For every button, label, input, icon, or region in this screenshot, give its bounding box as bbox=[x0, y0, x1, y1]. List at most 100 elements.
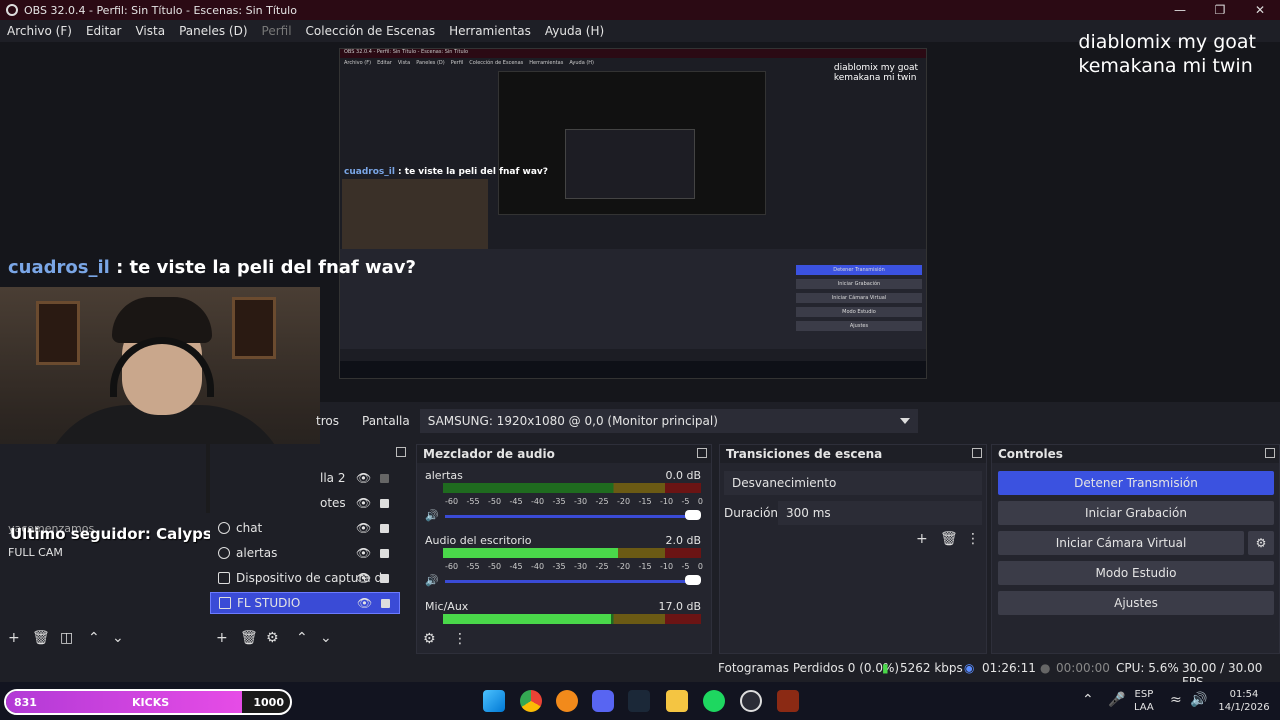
nested-panels: Detener Transmisión Iniciar Grabación In… bbox=[340, 249, 926, 349]
menu-perfil[interactable]: Perfil bbox=[255, 24, 299, 38]
studio-mode-button[interactable]: Modo Estudio bbox=[998, 561, 1274, 585]
menu-editar[interactable]: Editar bbox=[79, 24, 129, 38]
nested-ctrl: Iniciar Grabación bbox=[796, 279, 922, 289]
visibility-icon[interactable]: 👁 bbox=[357, 596, 372, 610]
transition-menu-icon[interactable]: ⋮ bbox=[966, 531, 980, 547]
visibility-icon[interactable]: 👁 bbox=[356, 571, 371, 585]
nested-overlay: diablomix my goat kemakana mi twin bbox=[833, 63, 918, 83]
chat-message: cuadros_il : te viste la peli del fnaf w… bbox=[8, 257, 416, 278]
menu-ayuda[interactable]: Ayuda (H) bbox=[538, 24, 611, 38]
move-down-icon[interactable]: ⌄ bbox=[320, 630, 332, 646]
chat-text: : te viste la peli del fnaf wav? bbox=[109, 257, 416, 278]
fl-studio-icon[interactable] bbox=[556, 690, 578, 712]
signal-icon: ▮ bbox=[882, 661, 889, 675]
rec-timer: 00:00:00 bbox=[1056, 661, 1110, 675]
kicks-current: 831 bbox=[14, 696, 37, 709]
delete-scene-icon[interactable]: 🗑 bbox=[32, 630, 50, 646]
source-settings-icon[interactable]: ⚙ bbox=[266, 630, 279, 646]
close-icon[interactable]: ✕ bbox=[1240, 0, 1280, 20]
source-item[interactable]: alertas 👁 bbox=[210, 542, 400, 564]
nested-ctrl: Iniciar Cámara Virtual bbox=[796, 293, 922, 303]
start-recording-button[interactable]: Iniciar Grabación bbox=[998, 501, 1274, 525]
virtual-camera-button[interactable]: Iniciar Cámara Virtual bbox=[998, 531, 1244, 555]
add-source-icon[interactable]: + bbox=[216, 630, 228, 646]
steam-icon[interactable] bbox=[628, 690, 650, 712]
speaker-icon[interactable]: 🔊 bbox=[1190, 692, 1207, 708]
kicks-goal-bar: 831 KICKS 1000 bbox=[4, 689, 292, 715]
move-up-icon[interactable]: ⌃ bbox=[296, 630, 308, 646]
lock-icon[interactable] bbox=[380, 523, 389, 533]
nested-chat: cuadros_il : te viste la peli del fnaf w… bbox=[344, 167, 548, 177]
move-up-icon[interactable]: ⌃ bbox=[88, 630, 100, 646]
stop-stream-button[interactable]: Detener Transmisión bbox=[998, 471, 1274, 495]
source-toolbar: tros Pantalla SAMSUNG: 1920x1080 @ 0,0 (… bbox=[300, 407, 1280, 435]
chrome-icon[interactable] bbox=[520, 690, 542, 712]
monitor-select[interactable]: SAMSUNG: 1920x1080 @ 0,0 (Monitor princi… bbox=[419, 409, 918, 433]
volume-slider[interactable] bbox=[445, 515, 697, 518]
menu-coleccion[interactable]: Colección de Escenas bbox=[299, 24, 443, 38]
minimize-icon[interactable]: — bbox=[1160, 0, 1200, 20]
spotify-icon[interactable] bbox=[703, 690, 725, 712]
nested-preview: OBS 32.0.4 - Perfil: Sin Título - Escena… bbox=[339, 48, 927, 379]
volume-knob[interactable] bbox=[685, 510, 701, 520]
dropped-frames: Fotogramas Perdidos 0 (0.0%) bbox=[718, 661, 900, 675]
transition-select[interactable]: Desvanecimiento bbox=[724, 471, 982, 495]
browser-icon bbox=[218, 522, 230, 534]
settings-button[interactable]: Ajustes bbox=[998, 591, 1274, 615]
volume-knob[interactable] bbox=[685, 575, 701, 585]
duration-input[interactable]: 300 ms bbox=[778, 501, 982, 525]
lock-icon[interactable] bbox=[381, 598, 390, 608]
source-item-selected[interactable]: FL STUDIO 👁 bbox=[210, 592, 400, 614]
virtual-camera-settings-icon[interactable]: ⚙ bbox=[1248, 531, 1274, 555]
clock[interactable]: 01:54 14/1/2026 bbox=[1214, 688, 1274, 714]
menu-archivo[interactable]: Archivo (F) bbox=[0, 24, 79, 38]
source-item[interactable]: lla 2 👁 bbox=[210, 467, 400, 489]
mixer-menu-icon[interactable]: ⋮ bbox=[453, 631, 467, 647]
delete-transition-icon[interactable]: 🗑 bbox=[940, 531, 958, 547]
browser-icon bbox=[218, 547, 230, 559]
volume-slider[interactable] bbox=[445, 580, 697, 583]
undock-icon[interactable] bbox=[972, 448, 982, 458]
scene-item[interactable]: FULL CAM bbox=[8, 546, 63, 559]
obs-taskbar-icon[interactable] bbox=[740, 690, 762, 712]
menu-paneles[interactable]: Paneles (D) bbox=[172, 24, 254, 38]
rec-icon: ● bbox=[1040, 661, 1051, 675]
windows-start-icon[interactable] bbox=[483, 690, 505, 712]
add-scene-icon[interactable]: + bbox=[8, 630, 20, 646]
lock-icon[interactable] bbox=[380, 548, 389, 558]
discord-icon[interactable] bbox=[592, 690, 614, 712]
transitions-panel: Transiciones de escena Desvanecimiento D… bbox=[719, 444, 987, 654]
nested-taskbar bbox=[340, 361, 926, 378]
visibility-icon[interactable]: 👁 bbox=[356, 546, 371, 560]
source-item[interactable]: otes 👁 bbox=[210, 492, 400, 514]
volume-icon[interactable]: 🔊 bbox=[425, 574, 439, 587]
delete-source-icon[interactable]: 🗑 bbox=[240, 630, 258, 646]
game-icon[interactable] bbox=[777, 690, 799, 712]
wifi-icon[interactable]: ≈ bbox=[1170, 692, 1182, 708]
scene-filter-icon[interactable]: ◫ bbox=[60, 630, 73, 646]
move-down-icon[interactable]: ⌄ bbox=[112, 630, 124, 646]
kicks-label: KICKS bbox=[132, 696, 170, 709]
undock-icon[interactable] bbox=[1265, 448, 1275, 458]
undock-icon[interactable] bbox=[697, 448, 707, 458]
language-indicator[interactable]: ESP LAA bbox=[1134, 688, 1154, 714]
file-explorer-icon[interactable] bbox=[666, 690, 688, 712]
tray-chevron-icon[interactable]: ⌃ bbox=[1082, 692, 1094, 708]
add-transition-icon[interactable]: + bbox=[916, 531, 928, 547]
title-bar: OBS 32.0.4 - Perfil: Sin Título - Escena… bbox=[0, 0, 1280, 20]
source-item[interactable]: chat 👁 bbox=[210, 517, 400, 539]
lock-icon[interactable] bbox=[380, 573, 389, 583]
volume-icon[interactable]: 🔊 bbox=[425, 509, 439, 522]
mixer-settings-icon[interactable]: ⚙ bbox=[423, 631, 436, 647]
nested-ctrl: Detener Transmisión bbox=[796, 265, 922, 275]
maximize-icon[interactable]: ❐ bbox=[1200, 0, 1240, 20]
microphone-icon[interactable]: 🎤 bbox=[1108, 692, 1125, 708]
visibility-icon[interactable]: 👁 bbox=[356, 521, 371, 535]
live-timer: 01:26:11 bbox=[982, 661, 1036, 675]
nested-title: OBS 32.0.4 - Perfil: Sin Título - Escena… bbox=[340, 49, 926, 58]
menu-vista[interactable]: Vista bbox=[128, 24, 172, 38]
source-item[interactable]: Dispositivo de captura d 👁 bbox=[210, 567, 400, 589]
menu-herramientas[interactable]: Herramientas bbox=[442, 24, 538, 38]
properties-tab-partial[interactable]: tros bbox=[316, 414, 339, 428]
cpu-usage: CPU: 5.6% bbox=[1116, 661, 1179, 675]
